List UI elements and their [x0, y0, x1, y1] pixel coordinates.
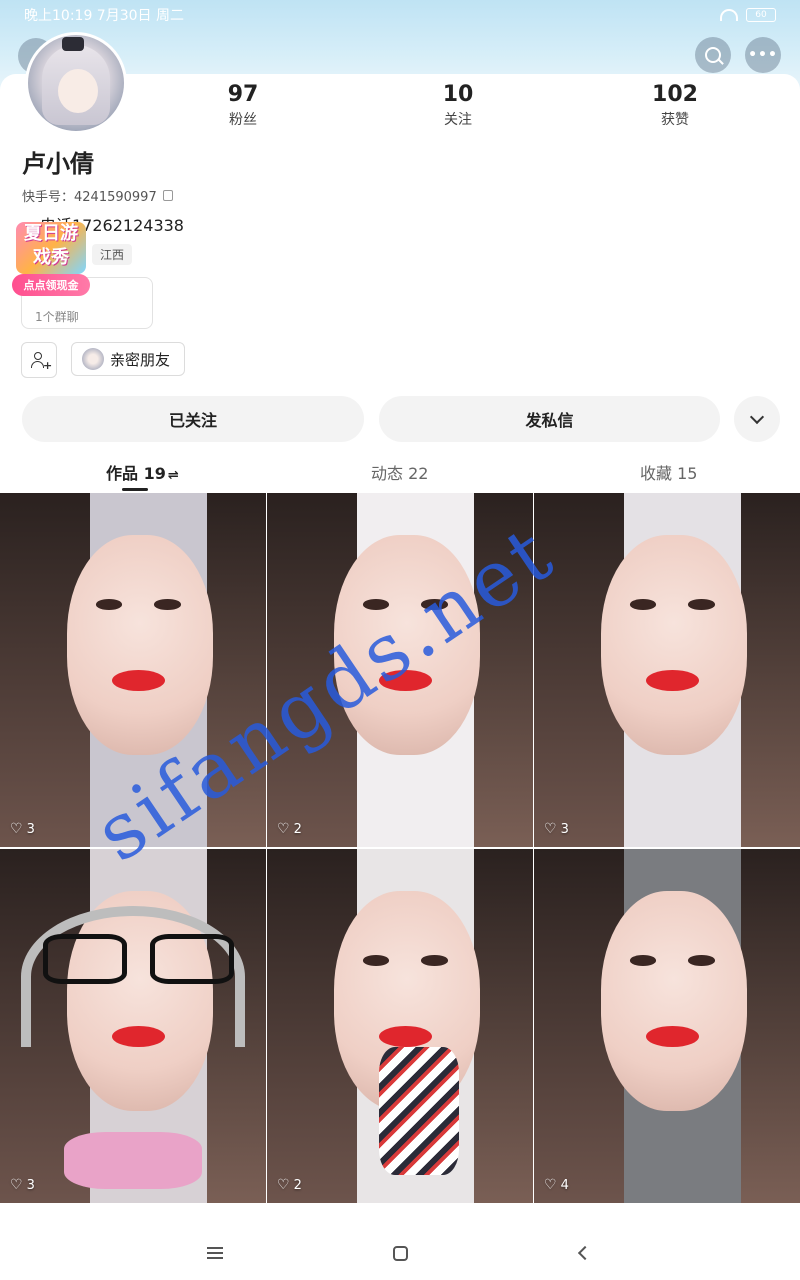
- stat-following[interactable]: 10 关注: [398, 82, 518, 129]
- add-friend-icon: +: [31, 352, 52, 371]
- heart-icon: ♡: [10, 821, 23, 837]
- tab-favorites[interactable]: 收藏 15: [640, 460, 697, 484]
- back-icon: [577, 1245, 593, 1261]
- promo-pill: 点点领现金: [12, 274, 90, 296]
- heart-icon: ♡: [10, 1177, 23, 1193]
- like-count: ♡ 2: [277, 821, 302, 837]
- status-bar: 晚上10:19 7月30日 周二 60: [0, 0, 800, 30]
- stat-value: 97: [227, 82, 259, 107]
- home-button[interactable]: [385, 1240, 415, 1266]
- content-tabs: 作品 19 ⇌ 动态 22 收藏 15: [0, 460, 800, 494]
- copy-icon[interactable]: [162, 190, 173, 201]
- like-count: ♡ 3: [544, 821, 569, 837]
- stat-fans[interactable]: 97 粉丝: [183, 82, 303, 129]
- kuaishou-id: 快手号：4241590997: [22, 190, 157, 205]
- posts-grid: ♡ 3 ♡ 2 ♡ 3 ♡ 3 ♡ 2 ♡ 4: [0, 493, 800, 1233]
- add-friend-button[interactable]: +: [21, 342, 57, 378]
- home-icon: [392, 1245, 408, 1261]
- like-count: ♡ 2: [277, 1177, 302, 1193]
- group-chat-count: 1个群聊: [35, 310, 79, 324]
- stat-value: 102: [652, 82, 698, 107]
- tab-underline: [122, 488, 148, 491]
- profile-name: 卢小倩: [22, 150, 94, 178]
- swap-icon: ⇌: [167, 468, 179, 483]
- post-tile[interactable]: ♡ 2: [267, 849, 533, 1203]
- like-count: ♡ 3: [10, 821, 35, 837]
- tab-works[interactable]: 作品 19 ⇌: [106, 460, 179, 484]
- menu-icon: [207, 1247, 223, 1259]
- like-count: ♡ 3: [10, 1177, 35, 1193]
- stat-label: 获赞: [661, 112, 689, 128]
- heart-icon: ♡: [544, 1177, 557, 1193]
- avatar[interactable]: [25, 32, 127, 134]
- profile-card: 97 粉丝 10 关注 102 获赞 卢小倩 快手号：4241590997 电话…: [0, 32, 800, 1280]
- status-time: 晚上10:19 7月30日 周二: [24, 8, 184, 24]
- tab-moments[interactable]: 动态 22: [371, 460, 428, 484]
- avatar: [82, 348, 104, 370]
- post-tile[interactable]: ♡ 2: [267, 493, 533, 847]
- battery-icon: 60: [746, 8, 776, 22]
- system-nav-bar: [0, 1226, 800, 1280]
- more-dots-icon: •••: [748, 47, 778, 63]
- search-button[interactable]: [695, 37, 731, 73]
- post-tile[interactable]: ♡ 4: [534, 849, 800, 1203]
- region-tag: 江西: [92, 244, 133, 265]
- post-tile[interactable]: ♡ 3: [0, 849, 266, 1203]
- like-count: ♡ 4: [544, 1177, 569, 1193]
- expand-button[interactable]: [734, 396, 780, 442]
- promo-badge[interactable]: 夏日游戏秀 点点领现金: [12, 222, 90, 304]
- message-button[interactable]: 发私信: [379, 396, 720, 442]
- heart-icon: ♡: [277, 1177, 290, 1193]
- system-back-button[interactable]: [568, 1240, 598, 1266]
- more-button[interactable]: •••: [745, 37, 781, 73]
- kuaishou-id-row: 快手号：4241590997: [22, 186, 173, 205]
- region-row: 江西: [92, 244, 133, 265]
- heart-icon: ♡: [544, 821, 557, 837]
- post-tile[interactable]: ♡ 3: [0, 493, 266, 847]
- following-button[interactable]: 已关注: [22, 396, 364, 442]
- search-icon: [705, 47, 721, 63]
- stat-likes[interactable]: 102 获赞: [615, 82, 735, 129]
- post-tile[interactable]: ♡ 3: [534, 493, 800, 847]
- stat-label: 粉丝: [229, 112, 257, 128]
- close-friend-label: 亲密朋友: [110, 350, 171, 369]
- heart-icon: ♡: [277, 821, 290, 837]
- stat-value: 10: [442, 82, 474, 107]
- close-friend-button[interactable]: 亲密朋友: [71, 342, 185, 376]
- chevron-down-icon: [749, 409, 765, 424]
- recent-apps-button[interactable]: [200, 1240, 230, 1266]
- wifi-icon: [720, 9, 738, 21]
- stat-label: 关注: [444, 112, 472, 128]
- promo-title: 夏日游戏秀: [16, 222, 86, 274]
